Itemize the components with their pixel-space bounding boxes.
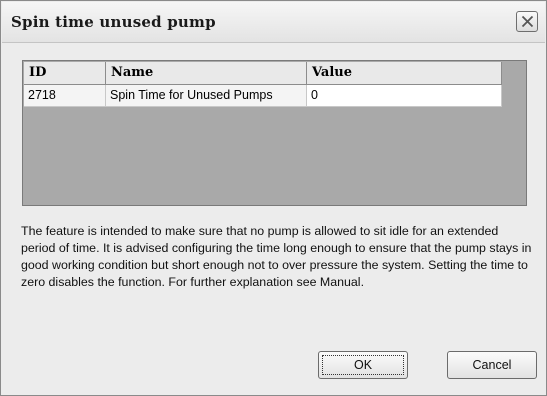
dialog-title: Spin time unused pump <box>11 13 216 31</box>
cell-name: Spin Time for Unused Pumps <box>106 85 307 107</box>
column-header-value[interactable]: Value <box>307 62 502 85</box>
ok-button-label: OK <box>322 355 404 375</box>
cancel-button[interactable]: Cancel <box>447 351 537 379</box>
parameter-grid[interactable]: ID Name Value 2718 Spin Time for Unused … <box>22 60 527 206</box>
ok-button[interactable]: OK <box>318 351 408 379</box>
table-row[interactable]: 2718 Spin Time for Unused Pumps 0 <box>24 85 502 107</box>
title-bar[interactable]: Spin time unused pump <box>2 2 545 43</box>
feature-description: The feature is intended to make sure tha… <box>21 224 532 289</box>
settings-dialog: Spin time unused pump ID Name Value 2718… <box>0 0 547 396</box>
close-icon <box>521 15 534 28</box>
grid-header: ID Name Value <box>24 62 502 85</box>
column-header-name[interactable]: Name <box>106 62 307 85</box>
column-header-id[interactable]: ID <box>24 62 106 85</box>
cell-value-input[interactable]: 0 <box>307 85 502 107</box>
close-button[interactable] <box>516 11 538 32</box>
grid-empty-area <box>502 62 525 204</box>
cell-id: 2718 <box>24 85 106 107</box>
